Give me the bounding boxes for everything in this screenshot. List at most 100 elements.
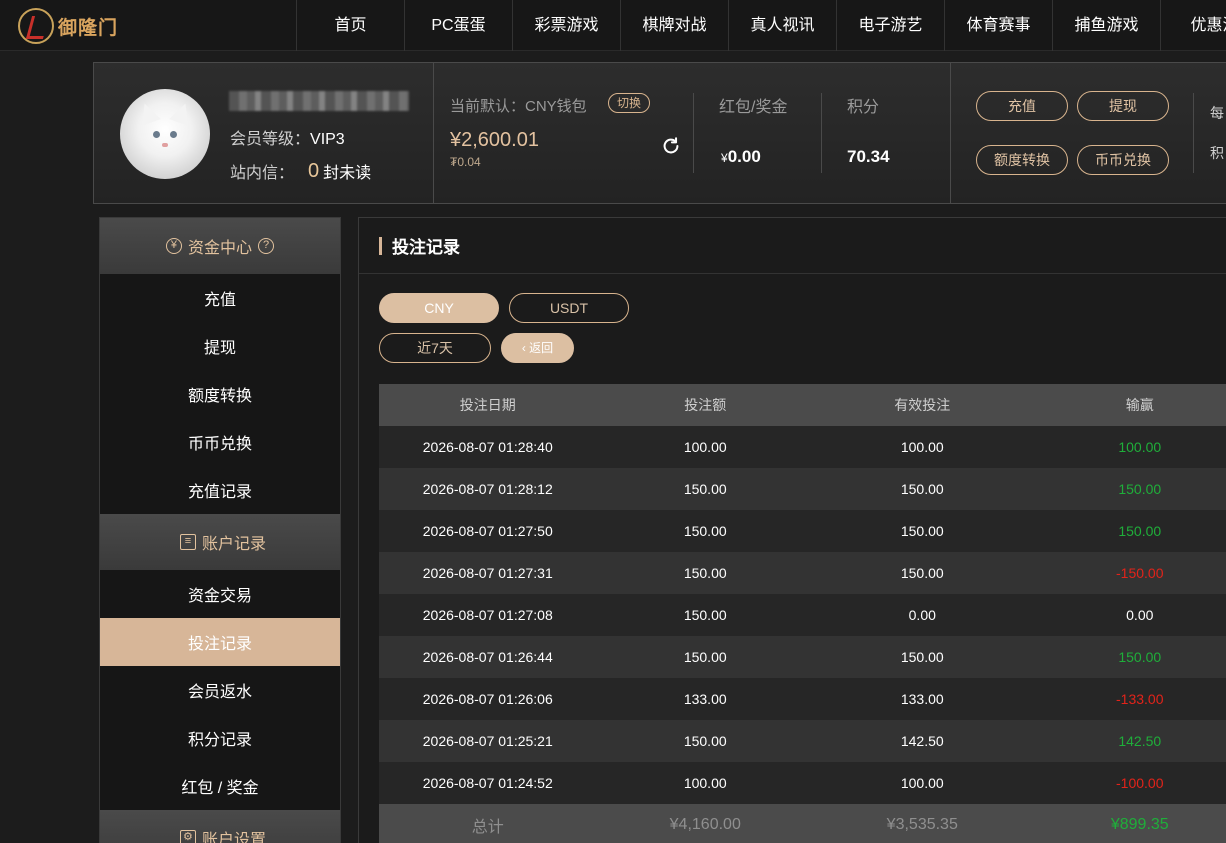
back-button[interactable]: ‹ 返回 [501, 333, 574, 363]
sidebar-item[interactable]: 充值 [100, 274, 340, 322]
nav-item[interactable]: 电子游艺 [836, 0, 944, 51]
inbox-status[interactable]: 站内信： 0 封未读 [230, 159, 371, 183]
table-cell: 2026-08-07 01:27:50 [422, 523, 553, 539]
table-cell: 150.00 [900, 481, 944, 497]
currency-icon: ¥ [165, 238, 182, 254]
table-cell: 150.00 [900, 649, 944, 665]
wallet-label: 当前默认：CNY钱包 [450, 98, 587, 115]
table-row: 2026-08-07 01:25:21 150.00 142.50 142.50 [379, 720, 1226, 762]
column-header[interactable]: 投注额 [597, 395, 815, 415]
table-cell: 150.00 [1118, 649, 1162, 665]
currency-usdt-button[interactable]: USDT [509, 293, 629, 323]
table-cell: 100.00 [1118, 439, 1162, 455]
settings-icon: ⚙ [179, 830, 196, 843]
nav-item[interactable]: 彩票游戏 [512, 0, 620, 51]
column-header[interactable]: 有效投注 [814, 395, 1031, 415]
bet-records-panel: 投注记录 CNY USDT 近7天 ‹ 返回 投注日期 投注额 有效投注 输赢 … [358, 217, 1226, 843]
table-cell: 142.50 [900, 733, 944, 749]
sidebar-item[interactable]: 币币兑换 [100, 418, 340, 466]
bonus-value: ¥0.00 [721, 147, 761, 166]
truncated-label: 积 [1210, 145, 1224, 161]
table-row: 2026-08-07 01:26:06 133.00 133.00 -133.00 [379, 678, 1226, 720]
nav-item[interactable]: 棋牌对战 [620, 0, 728, 51]
column-header[interactable]: 投注日期 [379, 395, 597, 415]
nav-item[interactable]: 优惠活 [1160, 0, 1226, 51]
table-cell: 2026-08-07 01:26:44 [422, 649, 553, 665]
currency-cny-button[interactable]: CNY [379, 293, 499, 323]
page-title: 投注记录 [359, 218, 1226, 274]
table-header: 投注日期 投注额 有效投注 输赢 [379, 384, 1226, 426]
nav-item[interactable]: PC蛋蛋 [404, 0, 512, 51]
table-cell: 100.00 [900, 775, 944, 791]
nav-item[interactable]: 首页 [296, 0, 404, 51]
exchange-button[interactable]: 币币兑换 [1077, 145, 1169, 175]
nav-menu: 首页PC蛋蛋彩票游戏棋牌对战真人视讯电子游艺体育赛事捕鱼游戏优惠活 [296, 0, 1226, 51]
table-cell: 2026-08-07 01:25:21 [422, 733, 553, 749]
menu-section-account-settings[interactable]: ⚙ 账户设置 [100, 810, 340, 843]
table-cell: 150.00 [1118, 523, 1162, 539]
vip-level: 会员等级：VIP3 [230, 131, 345, 148]
table-cell: -133.00 [1116, 691, 1164, 707]
table-cell: 0.00 [1126, 607, 1154, 623]
truncated-label: 每 [1210, 105, 1224, 121]
wallet-usdt-balance: ₮0.04 [450, 155, 481, 169]
table-cell: 2026-08-07 01:28:40 [422, 439, 553, 455]
sidebar-item[interactable]: 投注记录 [100, 618, 340, 666]
nav-item[interactable]: 体育赛事 [944, 0, 1052, 51]
table-row: 2026-08-07 01:28:40 100.00 100.00 100.00 [379, 426, 1226, 468]
table-cell: 150.00 [900, 523, 944, 539]
table-cell: 100.00 [683, 775, 727, 791]
recharge-button[interactable]: 充值 [976, 91, 1068, 121]
table-cell: 150.00 [1118, 481, 1162, 497]
table-row: 2026-08-07 01:28:12 150.00 150.00 150.00 [379, 468, 1226, 510]
table-cell: 2026-08-07 01:27:31 [422, 565, 553, 581]
column-header[interactable]: 输赢 [1031, 395, 1226, 415]
sidebar-item[interactable]: 提现 [100, 322, 340, 370]
table-cell: 133.00 [683, 691, 727, 707]
sidebar-item[interactable]: 红包 / 奖金 [100, 762, 340, 810]
document-icon: ≡ [179, 534, 196, 550]
logo-text: 御隆门 [58, 16, 119, 39]
table-cell: 2026-08-07 01:24:52 [422, 775, 553, 791]
menu-section-fund-center[interactable]: ¥ 资金中心 ? [100, 218, 340, 274]
table-cell: 142.50 [1118, 733, 1162, 749]
sidebar-item[interactable]: 额度转换 [100, 370, 340, 418]
sidebar-item[interactable]: 资金交易 [100, 570, 340, 618]
top-navigation: 御隆门 首页PC蛋蛋彩票游戏棋牌对战真人视讯电子游艺体育赛事捕鱼游戏优惠活 [0, 0, 1226, 51]
points-value: 70.34 [847, 147, 890, 166]
table-cell: 2026-08-07 01:27:08 [422, 607, 553, 623]
date-range-button[interactable]: 近7天 [379, 333, 491, 363]
nav-item[interactable]: 捕鱼游戏 [1052, 0, 1160, 51]
wallet-balance: ¥2,600.01 [450, 129, 539, 151]
help-icon[interactable]: ? [258, 238, 274, 254]
sidebar-item[interactable]: 会员返水 [100, 666, 340, 714]
sidebar-menu: ¥ 资金中心 ? 充值 提现 额度转换 币币兑换 充值记录 ≡ 账户记录 资金交易 投注记… [99, 217, 341, 843]
table-cell: 150.00 [683, 649, 727, 665]
table-cell: 0.00 [908, 607, 936, 623]
transfer-button[interactable]: 额度转换 [976, 145, 1068, 175]
points-label: 积分 [847, 99, 880, 116]
table-cell: 150.00 [683, 523, 727, 539]
table-cell: 150.00 [683, 733, 727, 749]
table-cell: -150.00 [1116, 565, 1164, 581]
menu-section-account-records[interactable]: ≡ 账户记录 [100, 514, 340, 570]
table-cell: 100.00 [683, 439, 727, 455]
unread-count: 0 [308, 159, 320, 182]
switch-wallet-button[interactable]: 切换 [608, 93, 651, 113]
table-cell: 150.00 [683, 481, 727, 497]
withdraw-button[interactable]: 提现 [1077, 91, 1169, 121]
sidebar-item[interactable]: 充值记录 [100, 466, 340, 514]
table-cell: 150.00 [683, 565, 727, 581]
table-cell: 133.00 [900, 691, 944, 707]
avatar[interactable] [120, 89, 210, 179]
table-cell: 100.00 [900, 439, 944, 455]
site-logo[interactable]: 御隆门 [18, 6, 118, 46]
table-cell: 2026-08-07 01:28:12 [422, 481, 553, 497]
nav-item[interactable]: 真人视讯 [728, 0, 836, 51]
table-total-row: 总计 ¥4,160.00 ¥3,535.35 ¥899.35 [379, 804, 1226, 843]
bonus-label: 红包/奖金 [719, 99, 788, 116]
refresh-icon[interactable] [660, 135, 682, 157]
sidebar-item[interactable]: 积分记录 [100, 714, 340, 762]
table-row: 2026-08-07 01:24:52 100.00 100.00 -100.00 [379, 762, 1226, 804]
table-cell: 150.00 [683, 607, 727, 623]
